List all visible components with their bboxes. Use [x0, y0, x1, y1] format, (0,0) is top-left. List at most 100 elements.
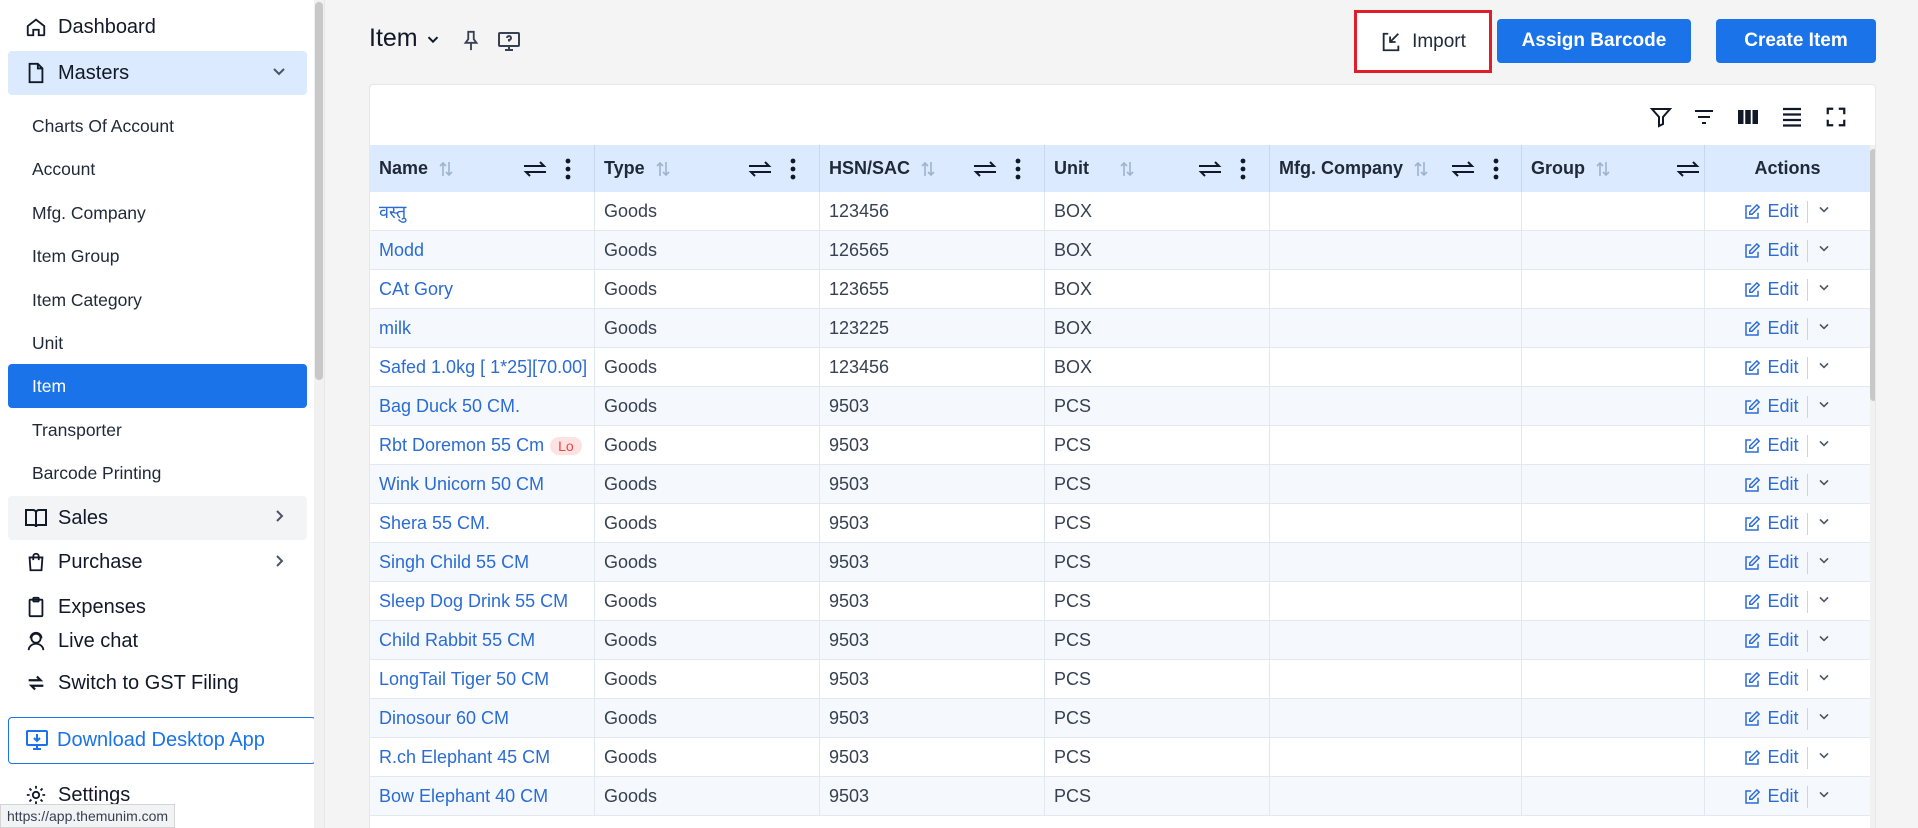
edit-button[interactable]: Edit	[1767, 240, 1798, 261]
edit-icon[interactable]	[1743, 203, 1761, 221]
sort-lines-icon[interactable]	[1690, 103, 1718, 131]
edit-icon[interactable]	[1743, 398, 1761, 416]
chevron-down-icon[interactable]	[1816, 552, 1832, 573]
nav-sales[interactable]: Sales	[8, 496, 307, 540]
column-header-group[interactable]: Group	[1522, 145, 1705, 192]
cell-name[interactable]: Sleep Dog Drink 55 CM	[370, 582, 595, 621]
kebab-icon[interactable]	[564, 158, 572, 180]
edit-icon[interactable]	[1743, 749, 1761, 767]
edit-button[interactable]: Edit	[1767, 201, 1798, 222]
edit-icon[interactable]	[1743, 515, 1761, 533]
nav-masters[interactable]: Masters	[8, 51, 307, 95]
resize-icon[interactable]	[522, 160, 548, 178]
resize-icon[interactable]	[1197, 160, 1223, 178]
nav-dashboard[interactable]: Dashboard	[8, 6, 156, 48]
chevron-down-icon[interactable]	[1816, 708, 1832, 729]
cell-name[interactable]: CAt Gory	[370, 270, 595, 309]
cell-name[interactable]: LongTail Tiger 50 CM	[370, 660, 595, 699]
sidebar-item-barcode-printing[interactable]: Barcode Printing	[8, 451, 307, 495]
chevron-down-icon[interactable]	[1816, 669, 1832, 690]
chevron-down-icon[interactable]	[1816, 318, 1832, 339]
edit-button[interactable]: Edit	[1767, 435, 1798, 456]
filter-icon[interactable]	[1647, 103, 1675, 131]
sort-icon[interactable]	[920, 160, 936, 178]
kebab-icon[interactable]	[1239, 158, 1247, 180]
sort-icon[interactable]	[1595, 160, 1611, 178]
chevron-down-icon[interactable]	[1816, 201, 1832, 222]
sidebar-item-item-category[interactable]: Item Category	[8, 278, 307, 322]
sidebar-item-item[interactable]: Item	[8, 364, 307, 408]
page-title-dropdown[interactable]: Item	[369, 24, 442, 53]
edit-button[interactable]: Edit	[1767, 786, 1798, 807]
cell-name[interactable]: Rbt Doremon 55 Cm Lo	[370, 426, 595, 465]
chevron-down-icon[interactable]	[1816, 786, 1832, 807]
edit-button[interactable]: Edit	[1767, 552, 1798, 573]
chevron-down-icon[interactable]	[1816, 474, 1832, 495]
assign-barcode-button[interactable]: Assign Barcode	[1497, 19, 1691, 63]
sort-icon[interactable]	[655, 160, 671, 178]
edit-button[interactable]: Edit	[1767, 318, 1798, 339]
edit-icon[interactable]	[1743, 788, 1761, 806]
sort-icon[interactable]	[438, 160, 454, 178]
chevron-down-icon[interactable]	[1816, 396, 1832, 417]
edit-button[interactable]: Edit	[1767, 630, 1798, 651]
cell-name[interactable]: R.ch Elephant 45 CM	[370, 738, 595, 777]
download-desktop-app-button[interactable]: Download Desktop App	[8, 717, 316, 764]
column-header-mfg-company[interactable]: Mfg. Company	[1270, 145, 1522, 192]
edit-button[interactable]: Edit	[1767, 591, 1798, 612]
chevron-down-icon[interactable]	[1816, 591, 1832, 612]
resize-icon[interactable]	[1675, 160, 1701, 178]
edit-button[interactable]: Edit	[1767, 513, 1798, 534]
edit-button[interactable]: Edit	[1767, 396, 1798, 417]
cell-name[interactable]: Child Rabbit 55 CM	[370, 621, 595, 660]
edit-icon[interactable]	[1743, 320, 1761, 338]
edit-icon[interactable]	[1743, 632, 1761, 650]
sidebar-item-mfg-company[interactable]: Mfg. Company	[8, 191, 307, 235]
sidebar-item-transporter[interactable]: Transporter	[8, 408, 307, 452]
column-header-hsn-sac[interactable]: HSN/SAC	[820, 145, 1045, 192]
cell-name[interactable]: वस्तु	[370, 192, 595, 231]
sidebar-scrollbar-thumb[interactable]	[315, 2, 323, 380]
chevron-down-icon[interactable]	[1816, 240, 1832, 261]
column-header-unit[interactable]: Unit	[1045, 145, 1270, 192]
edit-button[interactable]: Edit	[1767, 747, 1798, 768]
chevron-down-icon[interactable]	[1816, 630, 1832, 651]
column-header-name[interactable]: Name	[370, 145, 595, 192]
sidebar-item-charts-of-account[interactable]: Charts Of Account	[8, 104, 307, 148]
cell-name[interactable]: Bow Elephant 40 CM	[370, 777, 595, 816]
edit-icon[interactable]	[1743, 242, 1761, 260]
edit-button[interactable]: Edit	[1767, 357, 1798, 378]
sidebar-item-unit[interactable]: Unit	[8, 321, 307, 365]
edit-button[interactable]: Edit	[1767, 474, 1798, 495]
edit-icon[interactable]	[1743, 671, 1761, 689]
kebab-icon[interactable]	[1014, 158, 1022, 180]
chevron-down-icon[interactable]	[1816, 357, 1832, 378]
import-button[interactable]: Import	[1354, 10, 1492, 73]
edit-icon[interactable]	[1743, 281, 1761, 299]
cell-name[interactable]: Shera 55 CM.	[370, 504, 595, 543]
cell-name[interactable]: Wink Unicorn 50 CM	[370, 465, 595, 504]
create-item-button[interactable]: Create Item	[1716, 19, 1876, 63]
edit-icon[interactable]	[1743, 593, 1761, 611]
kebab-icon[interactable]	[789, 158, 797, 180]
sort-icon[interactable]	[1413, 160, 1429, 178]
columns-icon[interactable]	[1734, 103, 1762, 131]
cell-name[interactable]: milk	[370, 309, 595, 348]
cell-name[interactable]: Modd	[370, 231, 595, 270]
edit-button[interactable]: Edit	[1767, 279, 1798, 300]
nav-switch-gst[interactable]: Switch to GST Filing	[8, 662, 239, 704]
edit-icon[interactable]	[1743, 476, 1761, 494]
nav-live-chat[interactable]: Live chat	[8, 620, 138, 662]
sidebar-scrollbar[interactable]	[314, 0, 324, 828]
table-scrollbar-thumb[interactable]	[1870, 149, 1875, 401]
table-scrollbar[interactable]	[1870, 145, 1875, 828]
chevron-down-icon[interactable]	[1816, 747, 1832, 768]
edit-icon[interactable]	[1743, 359, 1761, 377]
resize-icon[interactable]	[1450, 160, 1476, 178]
kebab-icon[interactable]	[1492, 158, 1500, 180]
fullscreen-icon[interactable]	[1822, 103, 1850, 131]
resize-icon[interactable]	[747, 160, 773, 178]
cell-name[interactable]: Bag Duck 50 CM.	[370, 387, 595, 426]
density-icon[interactable]	[1778, 103, 1806, 131]
sidebar-item-account[interactable]: Account	[8, 147, 307, 191]
